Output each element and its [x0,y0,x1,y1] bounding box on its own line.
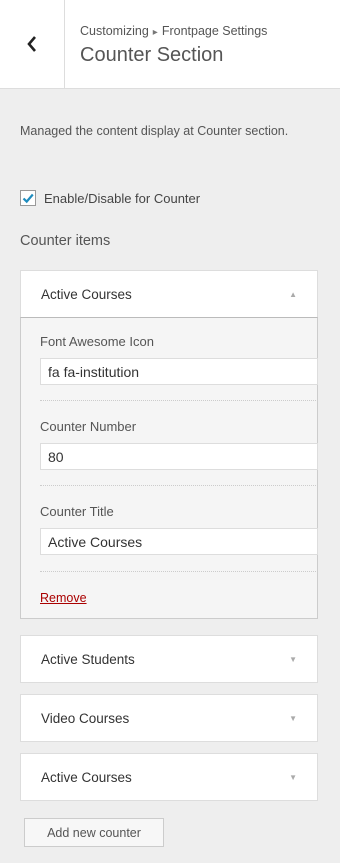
counter-item-body: Font Awesome Icon Counter Number Counter… [20,317,318,619]
counter-item-title: Active Students [41,651,135,667]
counter-item-title: Active Courses [41,769,132,785]
chevron-left-icon [27,36,36,52]
counter-item-header[interactable]: Active Courses ▼ [21,754,317,800]
breadcrumb: Customizing ▸ Frontpage Settings [80,24,267,38]
icon-field-label: Font Awesome Icon [40,334,154,349]
header-text: Customizing ▸ Frontpage Settings Counter S… [80,24,267,67]
divider [40,571,318,572]
counter-item: Active Courses ▼ [20,753,318,801]
counter-item-header[interactable]: Active Students ▼ [21,636,317,682]
number-field: Counter Number [40,419,318,470]
counter-item: Active Courses ▲ [20,270,318,318]
add-counter-button[interactable]: Add new counter [24,818,164,847]
counter-item-header[interactable]: Video Courses ▼ [21,695,317,741]
title-field-label: Counter Title [40,504,114,519]
breadcrumb-separator: ▸ [152,27,158,38]
icon-input[interactable] [40,358,318,385]
arrow-down-icon[interactable]: ▼ [289,773,297,782]
counter-item-title: Active Courses [41,286,132,302]
title-input[interactable] [40,528,318,555]
number-input[interactable] [40,443,318,470]
enable-label: Enable/Disable for Counter [44,190,201,206]
arrow-down-icon[interactable]: ▼ [289,714,297,723]
divider [40,485,318,486]
check-icon [22,193,34,204]
counter-item: Active Students ▼ [20,635,318,683]
counter-item: Video Courses ▼ [20,694,318,742]
back-button[interactable] [0,0,65,88]
section-title: Counter Section [80,44,224,66]
counter-items-heading: Counter items [20,233,111,249]
icon-field: Font Awesome Icon [40,334,318,385]
number-field-label: Counter Number [40,419,137,434]
arrow-down-icon[interactable]: ▼ [289,655,297,664]
section-description: Managed the content display at Counter s… [20,124,289,138]
remove-link[interactable]: Remove [40,591,87,605]
counter-item-title: Video Courses [41,710,130,726]
breadcrumb-section: Frontpage Settings [161,24,268,38]
enable-row: Enable/Disable for Counter [20,190,200,206]
customizer-header: Customizing ▸ Frontpage Settings Counter S… [0,0,340,89]
counter-item-header[interactable]: Active Courses ▲ [21,271,317,317]
divider [40,400,318,401]
enable-checkbox[interactable] [20,190,36,206]
breadcrumb-prefix: Customizing [80,24,149,38]
arrow-up-icon[interactable]: ▲ [289,290,297,299]
title-field: Counter Title [40,504,318,555]
